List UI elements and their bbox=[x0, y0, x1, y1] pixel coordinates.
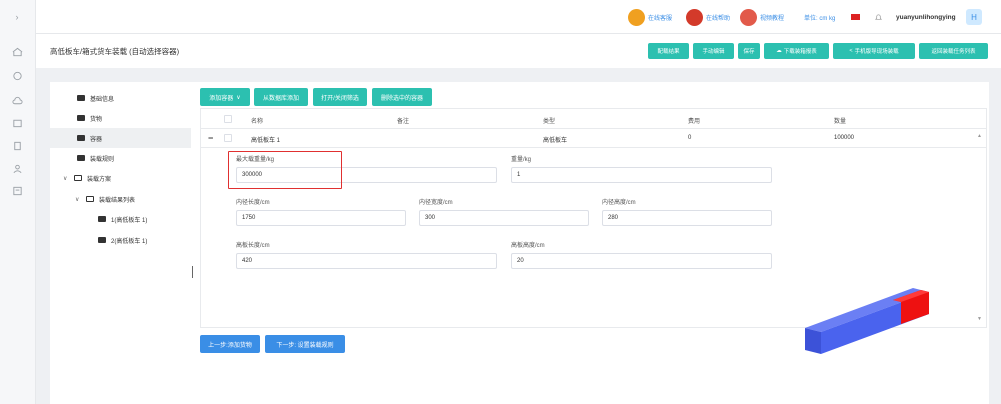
row-checkbox[interactable] bbox=[224, 134, 232, 142]
collapse-row-icon[interactable]: − bbox=[208, 133, 213, 143]
delete-selected-button[interactable]: 删除选中的容器 bbox=[372, 88, 432, 106]
left-icon-rail: › bbox=[0, 0, 36, 404]
col-qty: 数量 bbox=[834, 119, 847, 125]
tree-item-result-2[interactable]: 2(高低板车 1) bbox=[50, 230, 191, 250]
page-title: 高低板车/箱式货车装载 (自动选择容器) bbox=[50, 47, 180, 56]
col-cost: 费用 bbox=[688, 119, 701, 125]
tree-item-basic-info[interactable]: 基础信息 bbox=[50, 88, 191, 108]
mobile-share-button[interactable]: < 手机版导现场装载 bbox=[833, 43, 915, 59]
main-panel: 基础信息 货物 容器 装载规则 ∨ 装载方案 ∨ 装载结果列表 1(高低板车 1… bbox=[50, 82, 989, 404]
weight-input[interactable]: 1 bbox=[511, 167, 772, 183]
inner-width-input[interactable]: 300 bbox=[419, 210, 589, 226]
col-type: 类型 bbox=[543, 119, 556, 125]
username[interactable]: yuanyunlihongying bbox=[896, 8, 956, 26]
next-step-button[interactable]: 下一步: 设置装载规则 bbox=[265, 335, 345, 353]
high-length-label: 高板长度/cm bbox=[236, 243, 270, 249]
chevron-down-icon[interactable]: ∨ bbox=[63, 175, 69, 182]
load-result-button[interactable]: 配载结果 bbox=[648, 43, 689, 59]
table-row[interactable]: − 高低板车 1 高低板车 0 100000 bbox=[201, 129, 986, 148]
chevron-down-icon[interactable]: ∨ bbox=[75, 196, 81, 203]
col-note: 备注 bbox=[397, 119, 410, 125]
cell-name: 高低板车 1 bbox=[251, 138, 281, 144]
top-bar: 在线客服 在线帮助 视频教程 单位: cm kg yuanyunlihongyi… bbox=[36, 0, 1001, 34]
toggle-filter-button[interactable]: 打开/关闭筛选 bbox=[313, 88, 367, 106]
cloud-icon[interactable] bbox=[11, 96, 23, 106]
folder-icon bbox=[98, 216, 106, 222]
service-avatar-icon bbox=[628, 8, 645, 26]
col-name: 名称 bbox=[251, 119, 264, 125]
container-3d-preview[interactable] bbox=[803, 278, 937, 358]
scroll-up-arrow-icon[interactable]: ▲ bbox=[977, 133, 982, 139]
video-icon bbox=[740, 8, 757, 26]
tree-item-container[interactable]: 容器 bbox=[50, 128, 191, 148]
video-tutorial-link[interactable]: 视频教程 bbox=[740, 8, 784, 26]
unit-selector[interactable]: 单位: cm kg bbox=[804, 8, 835, 26]
home-icon[interactable] bbox=[11, 47, 23, 57]
cell-cost: 0 bbox=[688, 135, 692, 141]
folder-icon bbox=[77, 95, 85, 101]
inner-height-label: 内径高度/cm bbox=[602, 200, 636, 206]
inner-height-input[interactable]: 280 bbox=[602, 210, 772, 226]
expand-chevron-icon[interactable]: › bbox=[11, 12, 23, 22]
help-icon bbox=[686, 8, 703, 26]
share-icon: < bbox=[849, 48, 853, 54]
user-avatar[interactable]: H bbox=[966, 8, 982, 26]
online-service-link[interactable]: 在线客服 bbox=[628, 8, 672, 26]
highlight-box bbox=[228, 151, 342, 189]
online-help-link[interactable]: 在线帮助 bbox=[686, 8, 730, 26]
high-height-label: 高板高度/cm bbox=[511, 243, 545, 249]
folder-icon bbox=[77, 155, 85, 161]
globe-icon[interactable] bbox=[11, 71, 23, 81]
tree-item-result-list[interactable]: ∨ 装载结果列表 bbox=[50, 189, 191, 209]
box-front-face bbox=[805, 328, 821, 354]
weight-label: 重量/kg bbox=[511, 157, 532, 163]
splitter-handle[interactable] bbox=[192, 266, 193, 278]
chevron-down-icon: ∨ bbox=[236, 94, 241, 101]
inner-width-label: 内径宽度/cm bbox=[419, 200, 453, 206]
cell-type: 高低板车 bbox=[543, 138, 568, 144]
cloud-download-icon: ☁ bbox=[776, 48, 782, 54]
inner-length-label: 内径长度/cm bbox=[236, 200, 270, 206]
user-icon[interactable] bbox=[11, 164, 23, 174]
add-from-db-button[interactable]: 从数据库添加 bbox=[254, 88, 308, 106]
folder-icon bbox=[77, 115, 85, 121]
tree-item-load-rules[interactable]: 装载规则 bbox=[50, 148, 191, 168]
tree-item-result-1[interactable]: 1(高低板车 1) bbox=[50, 209, 191, 229]
high-height-input[interactable]: 20 bbox=[511, 253, 772, 269]
prev-step-button[interactable]: 上一步:添加货物 bbox=[200, 335, 260, 353]
scroll-down-arrow-icon[interactable]: ▼ bbox=[977, 316, 982, 322]
folder-open-icon bbox=[74, 175, 82, 181]
back-to-tasks-button[interactable]: 返回装载任务列表 bbox=[919, 43, 988, 59]
save-button[interactable]: 保存 bbox=[738, 43, 760, 59]
download-report-button[interactable]: ☁ 下载装箱报表 bbox=[764, 43, 829, 59]
tree-item-load-plan[interactable]: ∨ 装载方案 bbox=[50, 168, 191, 188]
folder-icon bbox=[77, 135, 85, 141]
folder-open-icon bbox=[86, 196, 94, 202]
report-icon[interactable] bbox=[11, 186, 23, 196]
table-header: 名称 备注 类型 费用 数量 bbox=[201, 109, 986, 129]
cell-qty: 100000 bbox=[834, 135, 855, 141]
nav-tree: 基础信息 货物 容器 装载规则 ∨ 装载方案 ∨ 装载结果列表 1(高低板车 1… bbox=[50, 82, 191, 404]
select-all-checkbox[interactable] bbox=[224, 115, 232, 123]
inner-length-input[interactable]: 1750 bbox=[236, 210, 406, 226]
bell-icon[interactable] bbox=[874, 8, 883, 26]
add-container-dropdown[interactable]: 添加容器 ∨ bbox=[200, 88, 250, 106]
folder-icon bbox=[98, 237, 106, 243]
high-length-input[interactable]: 420 bbox=[236, 253, 497, 269]
document-icon[interactable] bbox=[11, 141, 23, 151]
tree-item-cargo[interactable]: 货物 bbox=[50, 108, 191, 128]
box-icon[interactable] bbox=[11, 118, 23, 128]
page-title-bar: 高低板车/箱式货车装载 (自动选择容器) 配载结果 手动编辑 保存 ☁ 下载装箱… bbox=[36, 34, 1001, 68]
manual-edit-button[interactable]: 手动编辑 bbox=[693, 43, 734, 59]
language-flag-icon[interactable] bbox=[851, 8, 860, 26]
